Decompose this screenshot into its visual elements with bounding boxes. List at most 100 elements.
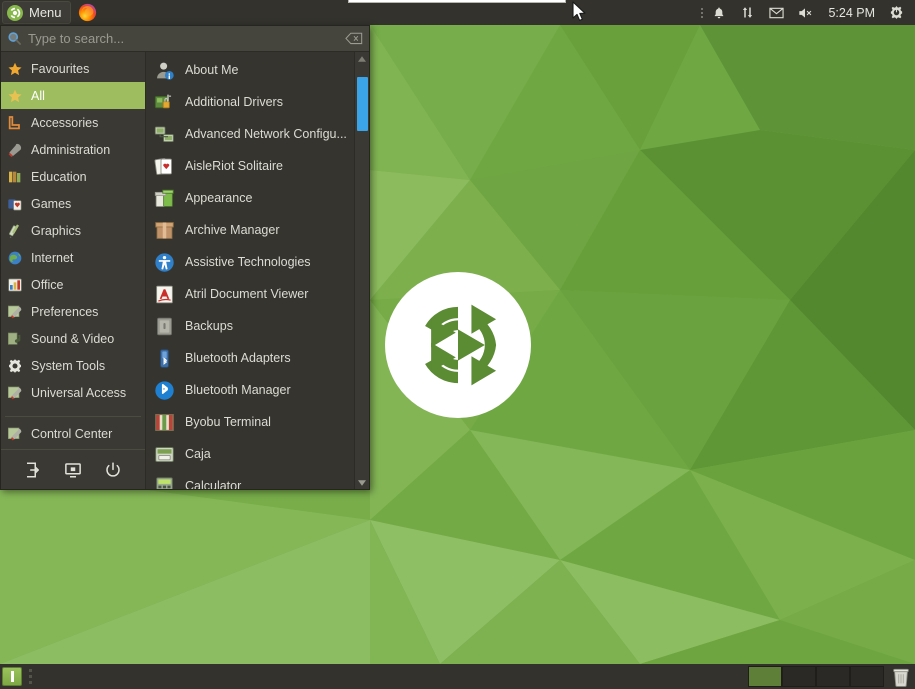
window-task-list[interactable]: [34, 664, 748, 689]
app-item-label: Bluetooth Adapters: [185, 351, 291, 365]
workspace-4[interactable]: [850, 666, 884, 687]
scrollbar-thumb[interactable]: [357, 77, 368, 130]
app-item-caja[interactable]: Caja: [146, 438, 354, 470]
sidebar-item-preferences[interactable]: Preferences: [1, 298, 145, 325]
sidebar-item-universal-access[interactable]: Universal Access: [1, 379, 145, 406]
lock-screen-icon[interactable]: [64, 461, 82, 479]
sidebar-item-label: Games: [31, 197, 71, 211]
speaker-muted-icon[interactable]: [791, 0, 821, 25]
background-window-edge[interactable]: [348, 0, 566, 3]
universal-access-icon: [7, 385, 23, 401]
graphics-icon: [7, 223, 23, 239]
search-input[interactable]: [28, 31, 339, 46]
app-item-label: Assistive Technologies: [185, 255, 311, 269]
sidebar-item-accessories[interactable]: Accessories: [1, 109, 145, 136]
workspace-2[interactable]: [782, 666, 816, 687]
app-item-byobu-terminal[interactable]: Byobu Terminal: [146, 406, 354, 438]
system-tools-gear-icon: [7, 358, 23, 374]
sidebar-item-sound-video[interactable]: Sound & Video: [1, 325, 145, 352]
sidebar-item-system-tools[interactable]: System Tools: [1, 352, 145, 379]
app-item-calculator[interactable]: Calculator: [146, 470, 354, 489]
backups-safe-icon: [154, 316, 175, 337]
app-item-aisleriot-solitaire[interactable]: AisleRiot Solitaire: [146, 150, 354, 182]
sidebar-item-education[interactable]: Education: [1, 163, 145, 190]
user-info-icon: [154, 60, 175, 81]
app-item-label: About Me: [185, 63, 239, 77]
app-item-bluetooth-manager[interactable]: Bluetooth Manager: [146, 374, 354, 406]
sidebar-item-control-center[interactable]: Control Center: [1, 420, 145, 447]
sidebar-item-label: Accessories: [31, 116, 98, 130]
sidebar-item-administration[interactable]: Administration: [1, 136, 145, 163]
caja-file-manager-icon: [154, 444, 175, 465]
desktop-screen: Menu: [0, 0, 915, 689]
sidebar-divider: [5, 416, 141, 417]
sidebar-item-all[interactable]: All: [1, 82, 145, 109]
workspace-1[interactable]: [748, 666, 782, 687]
scroll-up-arrow-icon[interactable]: [355, 52, 370, 65]
scrollbar-track[interactable]: [355, 65, 370, 476]
app-item-assistive-technologies[interactable]: Assistive Technologies: [146, 246, 354, 278]
backspace-clear-icon[interactable]: [345, 32, 363, 45]
category-list: Favourites All Accessories: [1, 52, 145, 413]
app-item-label: Byobu Terminal: [185, 415, 271, 429]
star-icon: [7, 61, 23, 77]
app-item-backups[interactable]: Backups: [146, 310, 354, 342]
sidebar-item-label: Control Center: [31, 427, 112, 441]
menu-body: Favourites All Accessories: [1, 52, 369, 489]
app-item-about-me[interactable]: About Me: [146, 54, 354, 86]
sidebar-item-internet[interactable]: Internet: [1, 244, 145, 271]
appearance-icon: [154, 188, 175, 209]
scroll-down-arrow-icon[interactable]: [355, 476, 370, 489]
sidebar-item-office[interactable]: Office: [1, 271, 145, 298]
sidebar-item-label: Office: [31, 278, 63, 292]
byobu-icon: [154, 412, 175, 433]
system-tray: 5:24 PM: [698, 0, 915, 25]
app-item-label: Caja: [185, 447, 211, 461]
app-item-additional-drivers[interactable]: Additional Drivers: [146, 86, 354, 118]
bell-icon[interactable]: [705, 0, 733, 25]
menu-button[interactable]: Menu: [2, 1, 71, 24]
office-icon: [7, 277, 23, 293]
app-item-archive-manager[interactable]: Archive Manager: [146, 214, 354, 246]
sidebar-item-games[interactable]: Games: [1, 190, 145, 217]
education-icon: [7, 169, 23, 185]
magnifier-icon: [7, 31, 22, 46]
sidebar-item-graphics[interactable]: Graphics: [1, 217, 145, 244]
menu-sidebar: Favourites All Accessories: [1, 52, 146, 489]
envelope-icon[interactable]: [762, 0, 791, 25]
workspace-3[interactable]: [816, 666, 850, 687]
application-list-panel: About Me: [146, 52, 369, 489]
network-updown-icon[interactable]: [733, 0, 762, 25]
network-monitors-icon: [154, 124, 175, 145]
clock[interactable]: 5:24 PM: [821, 6, 882, 20]
app-item-label: Calculator: [185, 479, 241, 489]
sound-video-icon: [7, 331, 23, 347]
preferences-icon: [7, 304, 23, 320]
sidebar-item-label: Education: [31, 170, 87, 184]
control-center-icon: [7, 426, 23, 442]
sidebar-item-label: All: [31, 89, 45, 103]
bluetooth-dongle-icon: [154, 348, 175, 369]
trash-icon[interactable]: [890, 666, 912, 688]
sidebar-item-favourites[interactable]: Favourites: [1, 55, 145, 82]
app-item-label: Advanced Network Configu...: [185, 127, 347, 141]
app-item-advanced-network-config[interactable]: Advanced Network Configu...: [146, 118, 354, 150]
app-item-label: Bluetooth Manager: [185, 383, 291, 397]
app-item-bluetooth-adapters[interactable]: Bluetooth Adapters: [146, 342, 354, 374]
app-item-label: Archive Manager: [185, 223, 280, 237]
menu-search-bar[interactable]: [1, 26, 369, 52]
app-item-atril-document-viewer[interactable]: Atril Document Viewer: [146, 278, 354, 310]
tray-drag-handle[interactable]: [698, 0, 705, 25]
power-gear-icon[interactable]: [882, 0, 911, 25]
show-desktop-icon[interactable]: [2, 667, 22, 686]
panel-drag-handle[interactable]: [26, 664, 34, 689]
application-list-scrollbar[interactable]: [354, 52, 369, 489]
workspace-switcher[interactable]: [748, 666, 884, 687]
power-icon[interactable]: [104, 461, 122, 479]
app-item-appearance[interactable]: Appearance: [146, 182, 354, 214]
logout-icon[interactable]: [24, 461, 42, 479]
calculator-icon: [154, 476, 175, 490]
applications-menu: Favourites All Accessories: [0, 25, 370, 490]
app-item-label: Additional Drivers: [185, 95, 283, 109]
firefox-icon[interactable]: [78, 3, 97, 22]
